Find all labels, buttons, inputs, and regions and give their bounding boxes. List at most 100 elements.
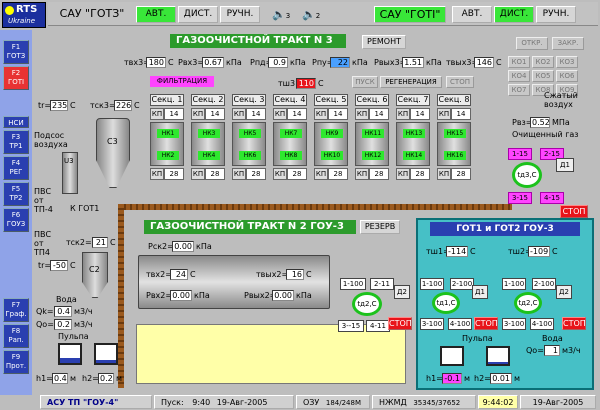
stop-d3-button[interactable]: СТОП — [560, 205, 588, 218]
mode2-dist-button[interactable]: ДИСТ. — [494, 6, 534, 23]
tsk2-unit: С — [110, 238, 116, 247]
tsk2-value: 21 — [92, 237, 108, 248]
status-start-date: 19-Авг-2005 — [216, 398, 268, 407]
mode2-auto-button[interactable]: АВТ. — [452, 6, 492, 23]
ko-button-2[interactable]: КО2 — [532, 56, 554, 68]
otkr-button[interactable]: ОТКР. — [516, 37, 548, 50]
nk-valve-bottom[interactable]: НК12 — [362, 151, 384, 160]
speaker-3-icon[interactable]: 🔈3 — [272, 8, 290, 21]
sidebar-item-goti[interactable]: F2 ГОТІ — [3, 66, 29, 90]
rpd-unit: кПа — [290, 58, 306, 67]
sidebar-label: ГОУЗ — [6, 220, 26, 228]
section-1[interactable]: Секц. 1 КП 14 НК1 НК2 КП 28 — [150, 94, 184, 191]
stop-gou3-left-button[interactable]: СТОП — [474, 317, 498, 330]
nk-valve-bottom[interactable]: НК10 — [321, 151, 343, 160]
sidebar-item-graph[interactable]: F7 Граф. — [3, 298, 29, 322]
ko-button-4[interactable]: КО4 — [508, 70, 530, 82]
section-title: Секц. 7 — [396, 94, 430, 106]
nk-valve-top[interactable]: НК9 — [321, 129, 343, 138]
nk-valve-top[interactable]: НК15 — [444, 129, 466, 138]
kp-value-bottom: 28 — [287, 168, 307, 180]
ko-button-1[interactable]: КО1 — [508, 56, 530, 68]
speaker-2-label: 2 — [315, 12, 321, 20]
qk-label: Qk= — [36, 307, 54, 316]
section-4[interactable]: Секц. 4 КП 14 НК7 НК8 КП 28 — [273, 94, 307, 191]
mode1-dist-button[interactable]: ДИСТ. — [178, 6, 218, 23]
nk-valve-bottom[interactable]: НК8 — [280, 151, 302, 160]
section-title: Секц. 8 — [437, 94, 471, 106]
rezerv-button[interactable]: РЕЗЕРВ — [360, 220, 400, 234]
ko-button-3[interactable]: КО3 — [556, 56, 578, 68]
remont-button[interactable]: РЕМОНТ — [362, 35, 406, 49]
sidebar-item-tr1[interactable]: F3 ТР1 — [3, 130, 29, 154]
section-title: Секц. 2 — [191, 94, 225, 106]
kp-label: КП — [191, 168, 205, 180]
stop3-button[interactable]: СТОП — [446, 76, 474, 88]
nk-valve-top[interactable]: НК11 — [362, 129, 384, 138]
sidebar-label: Рап. — [8, 336, 24, 344]
sidebar-item-report[interactable]: F8 Рап. — [3, 324, 29, 348]
nk-valve-bottom[interactable]: НК2 — [157, 151, 179, 160]
fan-d2-gou3-label: tд2,С — [518, 299, 538, 307]
p3-15: 3-15 — [508, 192, 532, 204]
status-clock: 9:44:02 — [478, 395, 518, 409]
pwh3-label: Рвх3= — [178, 58, 205, 67]
qo2-label: Qo= — [36, 320, 54, 329]
kp-value-bottom: 28 — [164, 168, 184, 180]
kp-label: КП — [273, 108, 287, 120]
pusk-button[interactable]: ПУСК — [352, 76, 378, 88]
sidebar-label: Прот. — [5, 362, 27, 370]
section-5[interactable]: Секц. 5 КП 14 НК9 НК10 КП 28 — [314, 94, 348, 191]
kgot1-label: К ГОТ1 — [70, 204, 100, 213]
sidebar-item-nsi[interactable]: НСИ — [3, 116, 29, 128]
sidebar-item-gou3[interactable]: F6 ГОУЗ — [3, 208, 29, 232]
motor-d2-gou3: Д2 — [556, 285, 572, 299]
mode2-manual-button[interactable]: РУЧН. — [536, 6, 576, 23]
sidebar-item-protocol[interactable]: F9 Прот. — [3, 350, 29, 374]
logo: RTS Ukraine — [2, 2, 46, 28]
tsk3-unit: С — [134, 101, 140, 110]
cyclone-s3-label: С3 — [107, 137, 118, 146]
cyclone-c2-label: С2 — [89, 265, 100, 274]
stop-tract2-button[interactable]: СТОП — [388, 317, 412, 330]
section-8[interactable]: Секц. 8 КП 14 НК15 НК16 КП 28 — [437, 94, 471, 191]
speaker-2-icon[interactable]: 🔈2 — [302, 8, 320, 21]
ko-button-5[interactable]: КО5 — [532, 70, 554, 82]
h2-2-label: h2= — [82, 374, 99, 383]
tsh1-unit: С — [470, 247, 476, 256]
kp-label: КП — [396, 168, 410, 180]
nk-valve-top[interactable]: НК7 — [280, 129, 302, 138]
nk-valve-bottom[interactable]: НК6 — [239, 151, 261, 160]
nk-valve-bottom[interactable]: НК14 — [403, 151, 425, 160]
zakr-button[interactable]: ЗАКР. — [552, 37, 584, 50]
nk-valve-top[interactable]: НК3 — [198, 129, 220, 138]
regen-button[interactable]: РЕГЕНЕРАЦИЯ — [380, 76, 442, 88]
section-6[interactable]: Секц. 6 КП 14 НК11 НК12 КП 28 — [355, 94, 389, 191]
t2-p4: 4-11 — [366, 320, 390, 332]
nk-valve-bottom[interactable]: НК16 — [444, 151, 466, 160]
ko-button-7[interactable]: КО7 — [508, 84, 530, 96]
tsh3-unit: С — [318, 79, 324, 88]
stop-gou3-right-button[interactable]: СТОП — [562, 317, 586, 330]
nk-valve-top[interactable]: НК1 — [157, 129, 179, 138]
section-hopper: НК13 НК14 — [396, 122, 430, 166]
section-2[interactable]: Секц. 2 КП 14 НК3 НК4 КП 28 — [191, 94, 225, 191]
nk-valve-top[interactable]: НК13 — [403, 129, 425, 138]
section-hopper: НК7 НК8 — [273, 122, 307, 166]
section-7[interactable]: Секц. 7 КП 14 НК13 НК14 КП 28 — [396, 94, 430, 191]
mode1-manual-button[interactable]: РУЧН. — [220, 6, 260, 23]
sidebar-item-gotz[interactable]: F1 ГОТЗ — [3, 40, 29, 64]
nk-valve-bottom[interactable]: НК4 — [198, 151, 220, 160]
section-3[interactable]: Секц. 3 КП 14 НК5 НК6 КП 28 — [232, 94, 266, 191]
ko-button-6[interactable]: КО6 — [556, 70, 578, 82]
t2-p1: 1-100 — [340, 278, 366, 290]
sidebar-item-tr2[interactable]: F5 ТР2 — [3, 182, 29, 206]
kp-label: КП — [355, 168, 369, 180]
top-bar: САУ "ГОТЗ" АВТ. ДИСТ. РУЧН. 🔈3 🔈2 САУ "Г… — [48, 2, 598, 26]
mode1-auto-button[interactable]: АВТ. — [136, 6, 176, 23]
gou3-title: ГОТ1 и ГОТ2 ГОУ-3 — [430, 222, 580, 236]
section-title: Секц. 4 — [273, 94, 307, 106]
kp-label: КП — [314, 108, 328, 120]
sidebar-item-reg[interactable]: F4 РЕГ — [3, 156, 29, 180]
nk-valve-top[interactable]: НК5 — [239, 129, 261, 138]
